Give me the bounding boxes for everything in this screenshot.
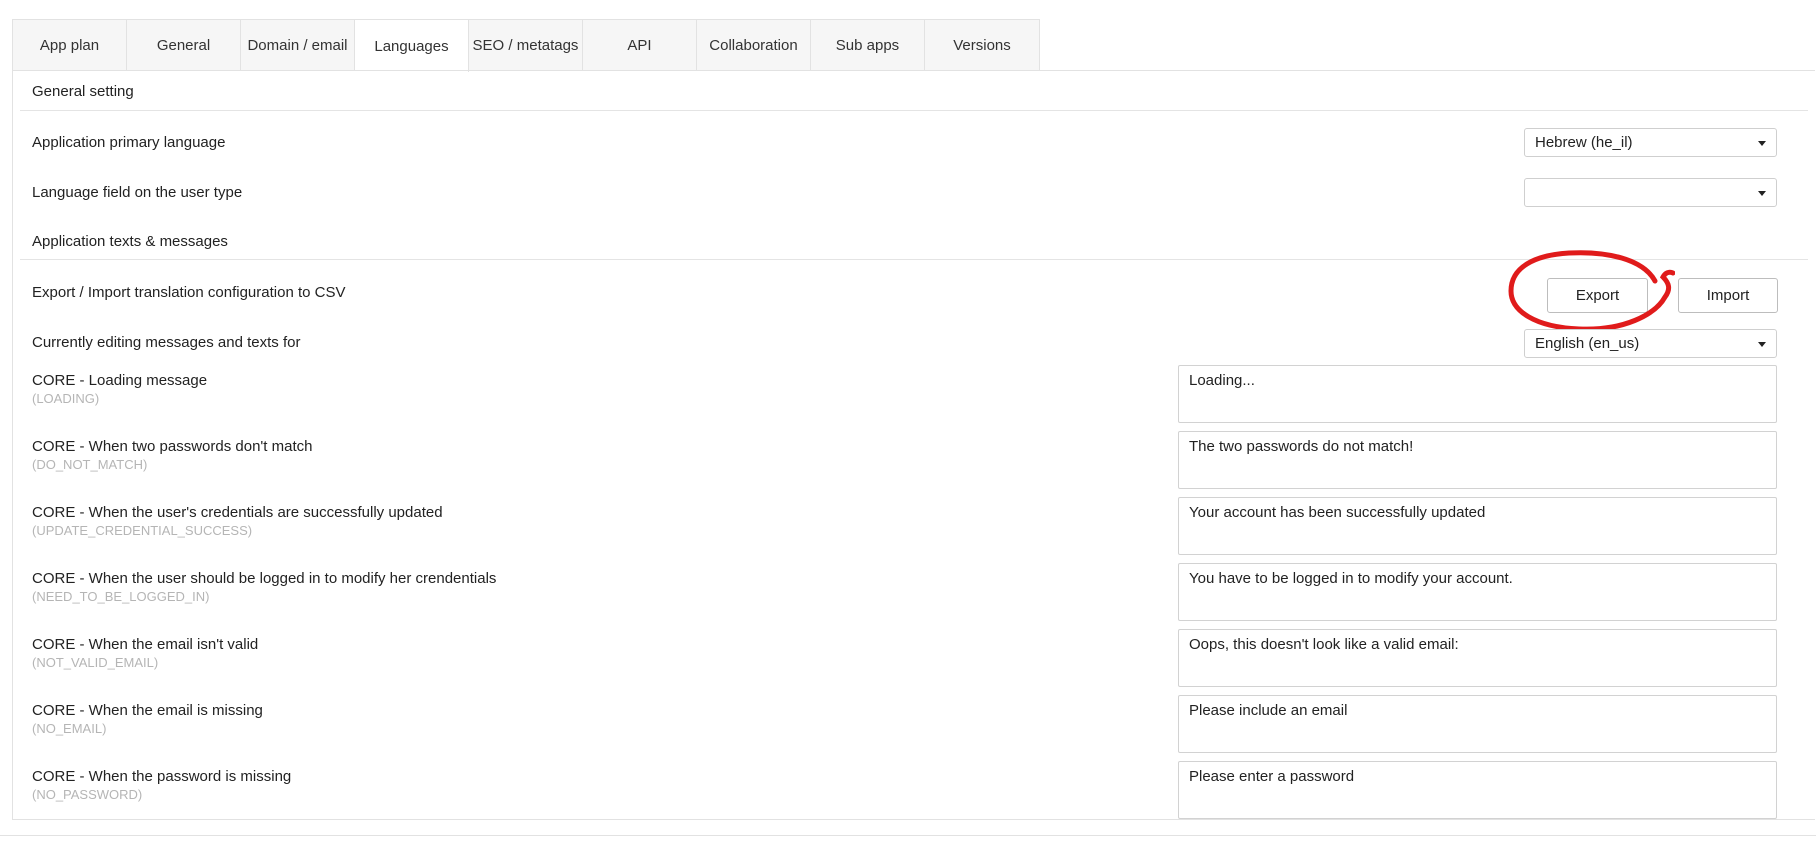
section-divider bbox=[20, 259, 1808, 260]
settings-tab-bar: App plan General Domain / email Language… bbox=[12, 19, 1040, 72]
message-label: CORE - When the user should be logged in… bbox=[32, 570, 497, 587]
message-label: CORE - When the email is missing bbox=[32, 702, 263, 719]
export-button[interactable]: Export bbox=[1547, 278, 1648, 313]
message-key: (NOT_VALID_EMAIL) bbox=[32, 655, 159, 670]
general-setting-heading: General setting bbox=[32, 83, 134, 100]
tab-app-plan[interactable]: App plan bbox=[13, 20, 127, 71]
tab-languages[interactable]: Languages bbox=[355, 20, 469, 72]
tab-seo-metatags[interactable]: SEO / metatags bbox=[469, 20, 583, 71]
message-key: (NO_PASSWORD) bbox=[32, 787, 143, 802]
primary-language-label: Application primary language bbox=[32, 134, 226, 151]
editing-language-select[interactable]: English (en_us) bbox=[1524, 329, 1777, 358]
message-textarea[interactable]: Oops, this doesn't look like a valid ema… bbox=[1178, 629, 1777, 687]
chevron-down-icon bbox=[1758, 141, 1766, 146]
footer-divider bbox=[0, 835, 1816, 836]
message-key: (LOADING) bbox=[32, 391, 100, 406]
export-import-label: Export / Import translation configuratio… bbox=[32, 284, 346, 301]
message-textarea[interactable]: Please enter a password bbox=[1178, 761, 1777, 819]
texts-messages-heading: Application texts & messages bbox=[32, 233, 228, 250]
tab-sub-apps[interactable]: Sub apps bbox=[811, 20, 925, 71]
primary-language-value: Hebrew (he_il) bbox=[1535, 134, 1633, 151]
tab-api[interactable]: API bbox=[583, 20, 697, 71]
chevron-down-icon bbox=[1758, 191, 1766, 196]
tab-domain-email[interactable]: Domain / email bbox=[241, 20, 355, 71]
editing-language-value: English (en_us) bbox=[1535, 335, 1640, 352]
editing-language-label: Currently editing messages and texts for bbox=[32, 334, 301, 351]
message-key: (NEED_TO_BE_LOGGED_IN) bbox=[32, 589, 210, 604]
message-textarea[interactable]: The two passwords do not match! bbox=[1178, 431, 1777, 489]
primary-language-select[interactable]: Hebrew (he_il) bbox=[1524, 128, 1777, 157]
message-key: (DO_NOT_MATCH) bbox=[32, 457, 148, 472]
language-field-label: Language field on the user type bbox=[32, 184, 243, 201]
message-textarea[interactable]: You have to be logged in to modify your … bbox=[1178, 563, 1777, 621]
message-label: CORE - When the password is missing bbox=[32, 768, 292, 785]
message-label: CORE - When the email isn't valid bbox=[32, 636, 259, 653]
language-field-select[interactable] bbox=[1524, 178, 1777, 207]
section-divider bbox=[20, 110, 1808, 111]
import-button[interactable]: Import bbox=[1678, 278, 1778, 313]
message-key: (NO_EMAIL) bbox=[32, 721, 107, 736]
message-textarea[interactable]: Loading... bbox=[1178, 365, 1777, 423]
tab-collaboration[interactable]: Collaboration bbox=[697, 20, 811, 71]
message-textarea[interactable]: Your account has been successfully updat… bbox=[1178, 497, 1777, 555]
tab-versions[interactable]: Versions bbox=[925, 20, 1039, 71]
tab-general[interactable]: General bbox=[127, 20, 241, 71]
chevron-down-icon bbox=[1758, 342, 1766, 347]
message-key: (UPDATE_CREDENTIAL_SUCCESS) bbox=[32, 523, 253, 538]
message-label: CORE - When two passwords don't match bbox=[32, 438, 313, 455]
message-textarea[interactable]: Please include an email bbox=[1178, 695, 1777, 753]
message-label: CORE - When the user's credentials are s… bbox=[32, 504, 443, 521]
message-label: CORE - Loading message bbox=[32, 372, 208, 389]
